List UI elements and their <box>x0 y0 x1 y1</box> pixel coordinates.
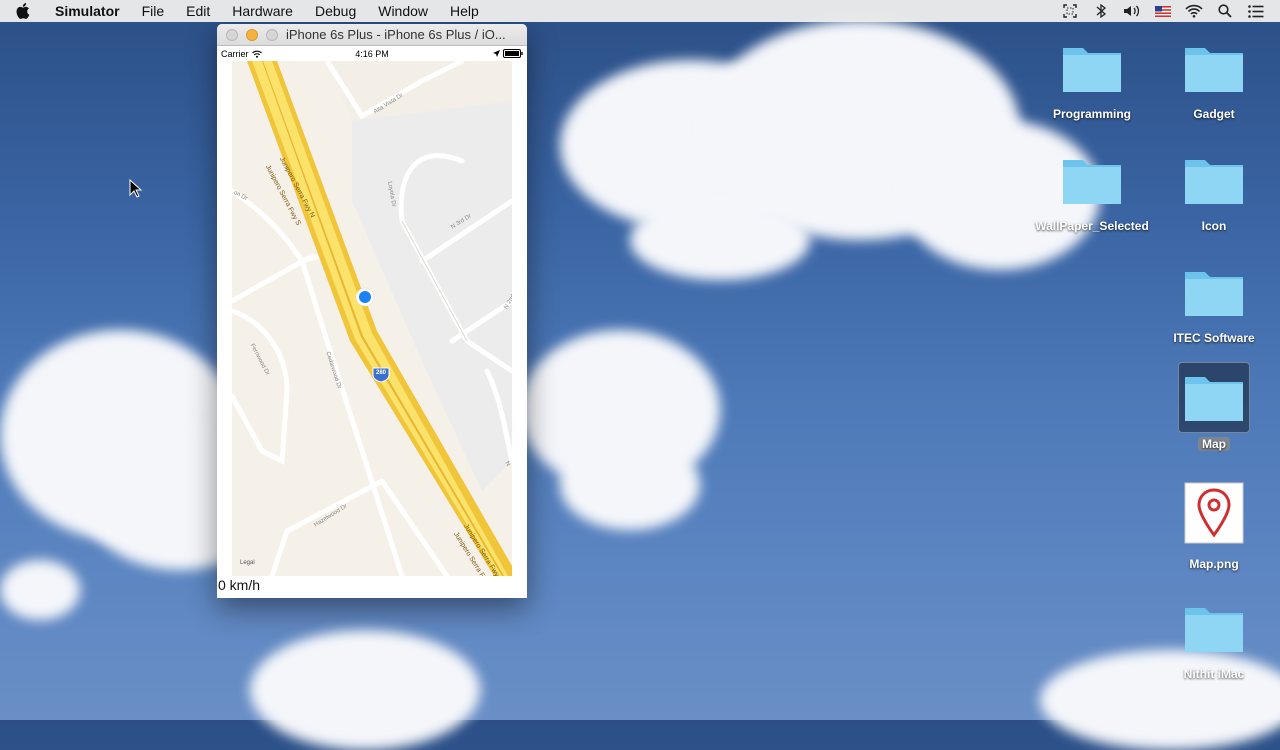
bluetooth-icon[interactable] <box>1091 0 1111 22</box>
volume-icon[interactable] <box>1122 0 1142 22</box>
map-pin-image-icon <box>1184 482 1244 544</box>
folder-icon <box>1063 160 1121 204</box>
folder-icon <box>1185 48 1243 92</box>
menu-file[interactable]: File <box>131 0 176 22</box>
mouse-cursor <box>129 178 143 204</box>
folder-label: Icon <box>1201 219 1227 233</box>
folder-icon <box>1185 272 1243 316</box>
folder-icon <box>1185 160 1243 204</box>
menu-debug[interactable]: Debug <box>304 0 367 22</box>
menu-edit[interactable]: Edit <box>175 0 221 22</box>
screen-capture-icon[interactable] <box>1060 0 1080 22</box>
highway-shield-label: 280 <box>375 370 386 376</box>
menu-bar: Simulator File Edit Hardware Debug Windo… <box>0 0 1280 22</box>
map-legal-link[interactable]: Legal <box>240 560 255 566</box>
close-button[interactable] <box>226 28 238 41</box>
apple-menu-icon[interactable] <box>0 3 44 19</box>
folder-label: Gadget <box>1193 107 1235 121</box>
folder-label: Map <box>1155 437 1273 452</box>
menu-hardware[interactable]: Hardware <box>221 0 304 22</box>
folder-label: Nithit iMac <box>1183 667 1245 681</box>
menu-help[interactable]: Help <box>439 0 490 22</box>
simulator-window: iPhone 6s Plus - iPhone 6s Plus / iO... … <box>217 24 527 598</box>
notification-center-icon[interactable] <box>1246 0 1266 22</box>
wifi-icon[interactable] <box>1184 0 1204 22</box>
folder-label: WallPaper_Selected <box>1035 219 1149 233</box>
desktop-folder-itec-software[interactable]: ITEC Software <box>1154 260 1274 346</box>
folder-icon <box>1185 377 1243 421</box>
menu-window[interactable]: Window <box>367 0 439 22</box>
desktop-folder-wallpaper-selected[interactable]: WallPaper_Selected <box>1032 148 1152 234</box>
zoom-button[interactable] <box>266 28 278 41</box>
window-title: iPhone 6s Plus - iPhone 6s Plus / iO... <box>286 27 506 42</box>
menu-app-name[interactable]: Simulator <box>44 0 131 22</box>
speed-label: 0 km/h <box>218 577 261 593</box>
folder-label: ITEC Software <box>1173 331 1255 345</box>
desktop-folder-gadget[interactable]: Gadget <box>1154 36 1274 122</box>
desktop-file-map-png[interactable]: Map.png <box>1154 478 1274 572</box>
desktop-folder-map[interactable]: Map <box>1154 362 1274 452</box>
spotlight-search-icon[interactable] <box>1215 0 1235 22</box>
desktop-folder-icon[interactable]: Icon <box>1154 148 1274 234</box>
file-label: Map.png <box>1189 557 1239 571</box>
desktop-folder-programming[interactable]: Programming <box>1032 36 1152 122</box>
phone-status-bar: Carrier 4:16 PM <box>217 46 527 61</box>
status-time: 4:16 PM <box>355 48 389 59</box>
desktop-folder-nithit-imac[interactable]: Nithit iMac <box>1154 596 1274 682</box>
folder-icon <box>1063 48 1121 92</box>
window-titlebar[interactable]: iPhone 6s Plus - iPhone 6s Plus / iO... <box>217 24 527 46</box>
map-view[interactable]: Junipero Serra Fwy N Junipero Serra Fwy … <box>232 61 512 576</box>
minimize-button[interactable] <box>246 28 258 41</box>
us-flag-icon[interactable] <box>1153 0 1173 22</box>
folder-label: Programming <box>1052 107 1131 121</box>
folder-icon <box>1185 608 1243 652</box>
